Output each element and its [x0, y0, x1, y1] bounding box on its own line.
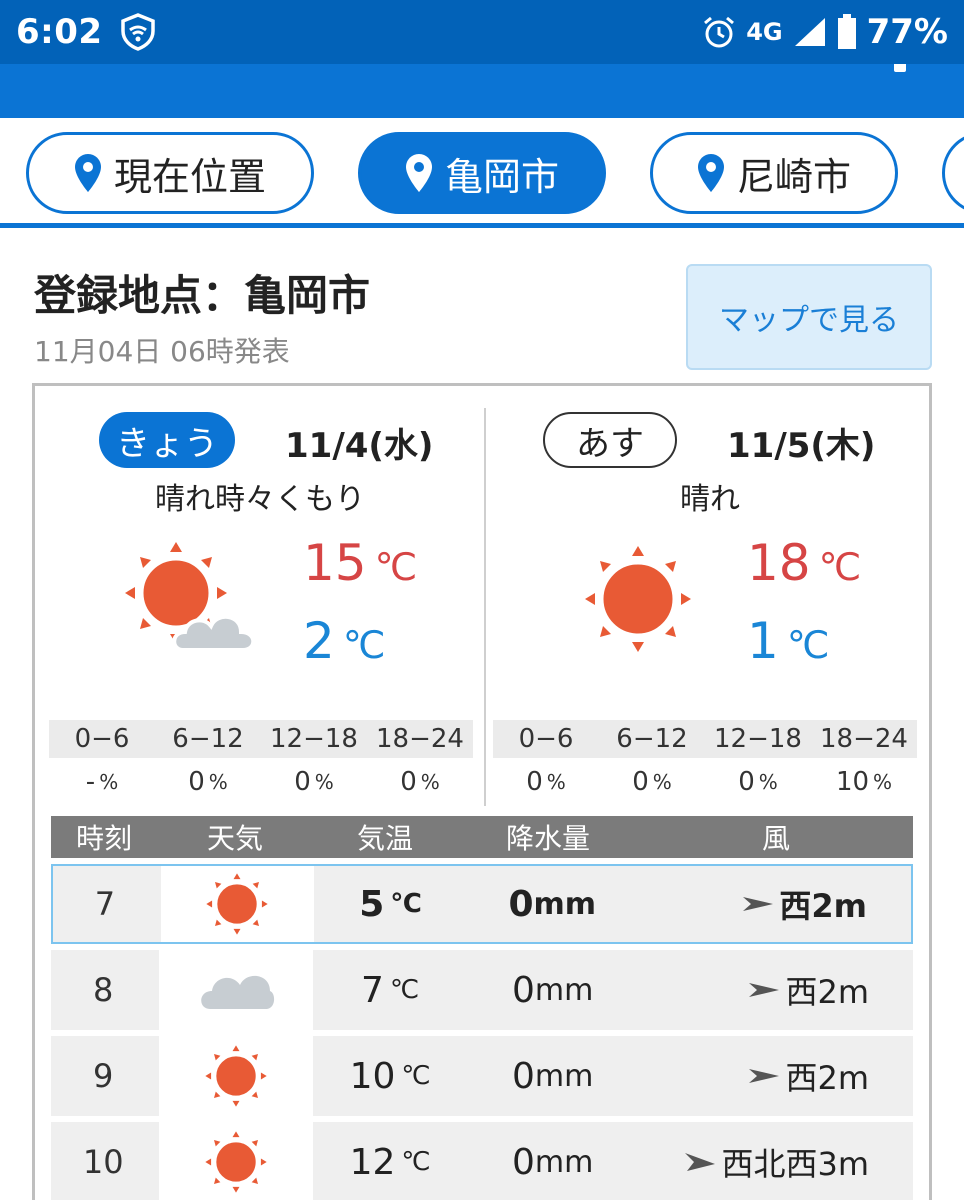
overflow-handle[interactable] [894, 64, 906, 72]
alarm-icon [704, 16, 735, 48]
today-date: 11/4(水) [285, 426, 434, 466]
today-high-temp: 15 ℃ [303, 534, 418, 592]
row-hour: 8 [93, 971, 114, 1009]
period-label: 12−18 [714, 724, 802, 754]
table-row[interactable]: 10 12 ℃ 0 mm 西北西3m [51, 1122, 913, 1200]
location-pin-icon [697, 154, 724, 192]
row-wind: 西2m [641, 866, 911, 942]
precip-value: -% [85, 767, 119, 797]
row-hour: 7 [94, 885, 116, 923]
header-temp: 気温 [356, 822, 413, 855]
location-tabs: 現在位置 亀岡市 尼崎市 [0, 118, 964, 228]
table-row[interactable]: 8 7 ℃ 0 mm 西2m [51, 950, 913, 1030]
header-weather: 天気 [206, 822, 263, 855]
status-time: 6:02 [16, 12, 103, 52]
period-label: 12−18 [270, 724, 358, 754]
header-rain: 降水量 [505, 822, 590, 855]
tomorrow-condition: 晴れ [680, 482, 740, 517]
wind-arrow-icon [685, 1153, 716, 1171]
period-label: 18−24 [376, 724, 464, 754]
tab-amagasaki[interactable]: 尼崎市 [650, 132, 898, 214]
today-precip-table: 0−6 6−12 12−18 18−24 -% 0% 0% 0% [49, 720, 473, 806]
page-title: 登録地点：亀岡市 [34, 271, 371, 320]
status-bar: 6:02 4G 77% [0, 0, 964, 64]
tab-kameoka[interactable]: 亀岡市 [358, 132, 606, 214]
view-map-button[interactable]: マップで見る [686, 264, 932, 370]
row-rain: 0 mm [508, 883, 597, 925]
period-label: 6−12 [616, 724, 688, 754]
today-condition: 晴れ時々くもり [155, 482, 365, 517]
header-wind: 風 [761, 822, 790, 855]
sun-icon [206, 873, 269, 935]
precip-value: 0% [400, 767, 440, 797]
tomorrow-pill: あす [543, 412, 677, 468]
location-pin-icon [405, 154, 432, 192]
precip-value: 0% [188, 767, 228, 797]
period-label: 6−12 [172, 724, 244, 754]
precip-value: 0% [738, 767, 778, 797]
signal-icon [794, 18, 825, 46]
table-row[interactable]: 7 5 ℃ 0 mm 西2m [51, 864, 913, 944]
sun-icon [585, 546, 691, 652]
today-pill: きょう [99, 412, 235, 468]
header-time: 時刻 [75, 822, 132, 855]
row-wind: 西2m [642, 950, 913, 1030]
app-header-bar [0, 64, 964, 118]
forecast-card: きょう 11/4(水) 晴れ時々くもり 15 ℃ 2 ℃ 0−6 6−12 12… [32, 383, 932, 1200]
tomorrow-high-temp: 18 ℃ [747, 534, 862, 592]
tomorrow-forecast: あす 11/5(木) 晴れ 18 ℃ 1 ℃ 0−6 6−12 12−18 18… [485, 386, 935, 806]
precip-value: 0% [294, 767, 334, 797]
sun-cloud-icon [125, 542, 256, 652]
cloud-icon [201, 975, 275, 1009]
tomorrow-date: 11/5(木) [727, 426, 876, 466]
tab-next-partial[interactable] [942, 132, 964, 214]
row-rain: 0 mm [512, 1141, 594, 1183]
precip-value: 0% [526, 767, 566, 797]
row-hour: 9 [93, 1057, 114, 1095]
wind-arrow-icon [743, 897, 774, 911]
tab-label: 亀岡市 [444, 154, 559, 199]
row-temp: 5 ℃ [359, 883, 422, 925]
wind-arrow-icon [749, 983, 780, 997]
shield-icon [121, 13, 155, 51]
period-label: 0−6 [518, 724, 574, 754]
period-label: 0−6 [74, 724, 130, 754]
sun-icon [205, 1045, 267, 1107]
row-hour: 10 [82, 1143, 124, 1181]
row-wind: 西北西3m [642, 1122, 913, 1200]
row-wind: 西2m [642, 1036, 913, 1116]
tomorrow-low-temp: 1 ℃ [747, 612, 830, 670]
row-temp: 10 ℃ [349, 1055, 431, 1097]
location-pin-icon [74, 154, 101, 192]
sun-icon [205, 1131, 267, 1193]
row-rain: 0 mm [512, 969, 594, 1011]
hourly-forecast-table: 時刻 天気 気温 降水量 風 7 5 ℃ 0 mm 西2m 8 7 ℃ 0 mm… [51, 816, 913, 1200]
precip-value: 0% [632, 767, 672, 797]
tab-label: 現在位置 [113, 154, 266, 199]
table-row[interactable]: 9 10 ℃ 0 mm 西2m [51, 1036, 913, 1116]
row-rain: 0 mm [512, 1055, 594, 1097]
tomorrow-precip-table: 0−6 6−12 12−18 18−24 0% 0% 0% 10% [493, 720, 917, 806]
precip-value: 10% [835, 767, 893, 797]
issued-time: 11月04日 06時発表 [34, 335, 290, 368]
network-type: 4G [746, 18, 783, 46]
battery-percent: 77% [866, 12, 948, 52]
tab-label: 尼崎市 [736, 154, 851, 199]
battery-icon [837, 14, 856, 49]
row-temp: 7 ℃ [361, 969, 420, 1011]
period-label: 18−24 [820, 724, 908, 754]
wind-arrow-icon [749, 1069, 780, 1083]
row-temp: 12 ℃ [349, 1141, 431, 1183]
today-low-temp: 2 ℃ [303, 612, 386, 670]
hourly-header-row: 時刻 天気 気温 降水量 風 [51, 816, 913, 858]
today-forecast: きょう 11/4(水) 晴れ時々くもり 15 ℃ 2 ℃ 0−6 6−12 12… [35, 386, 485, 806]
tab-current-location[interactable]: 現在位置 [26, 132, 314, 214]
